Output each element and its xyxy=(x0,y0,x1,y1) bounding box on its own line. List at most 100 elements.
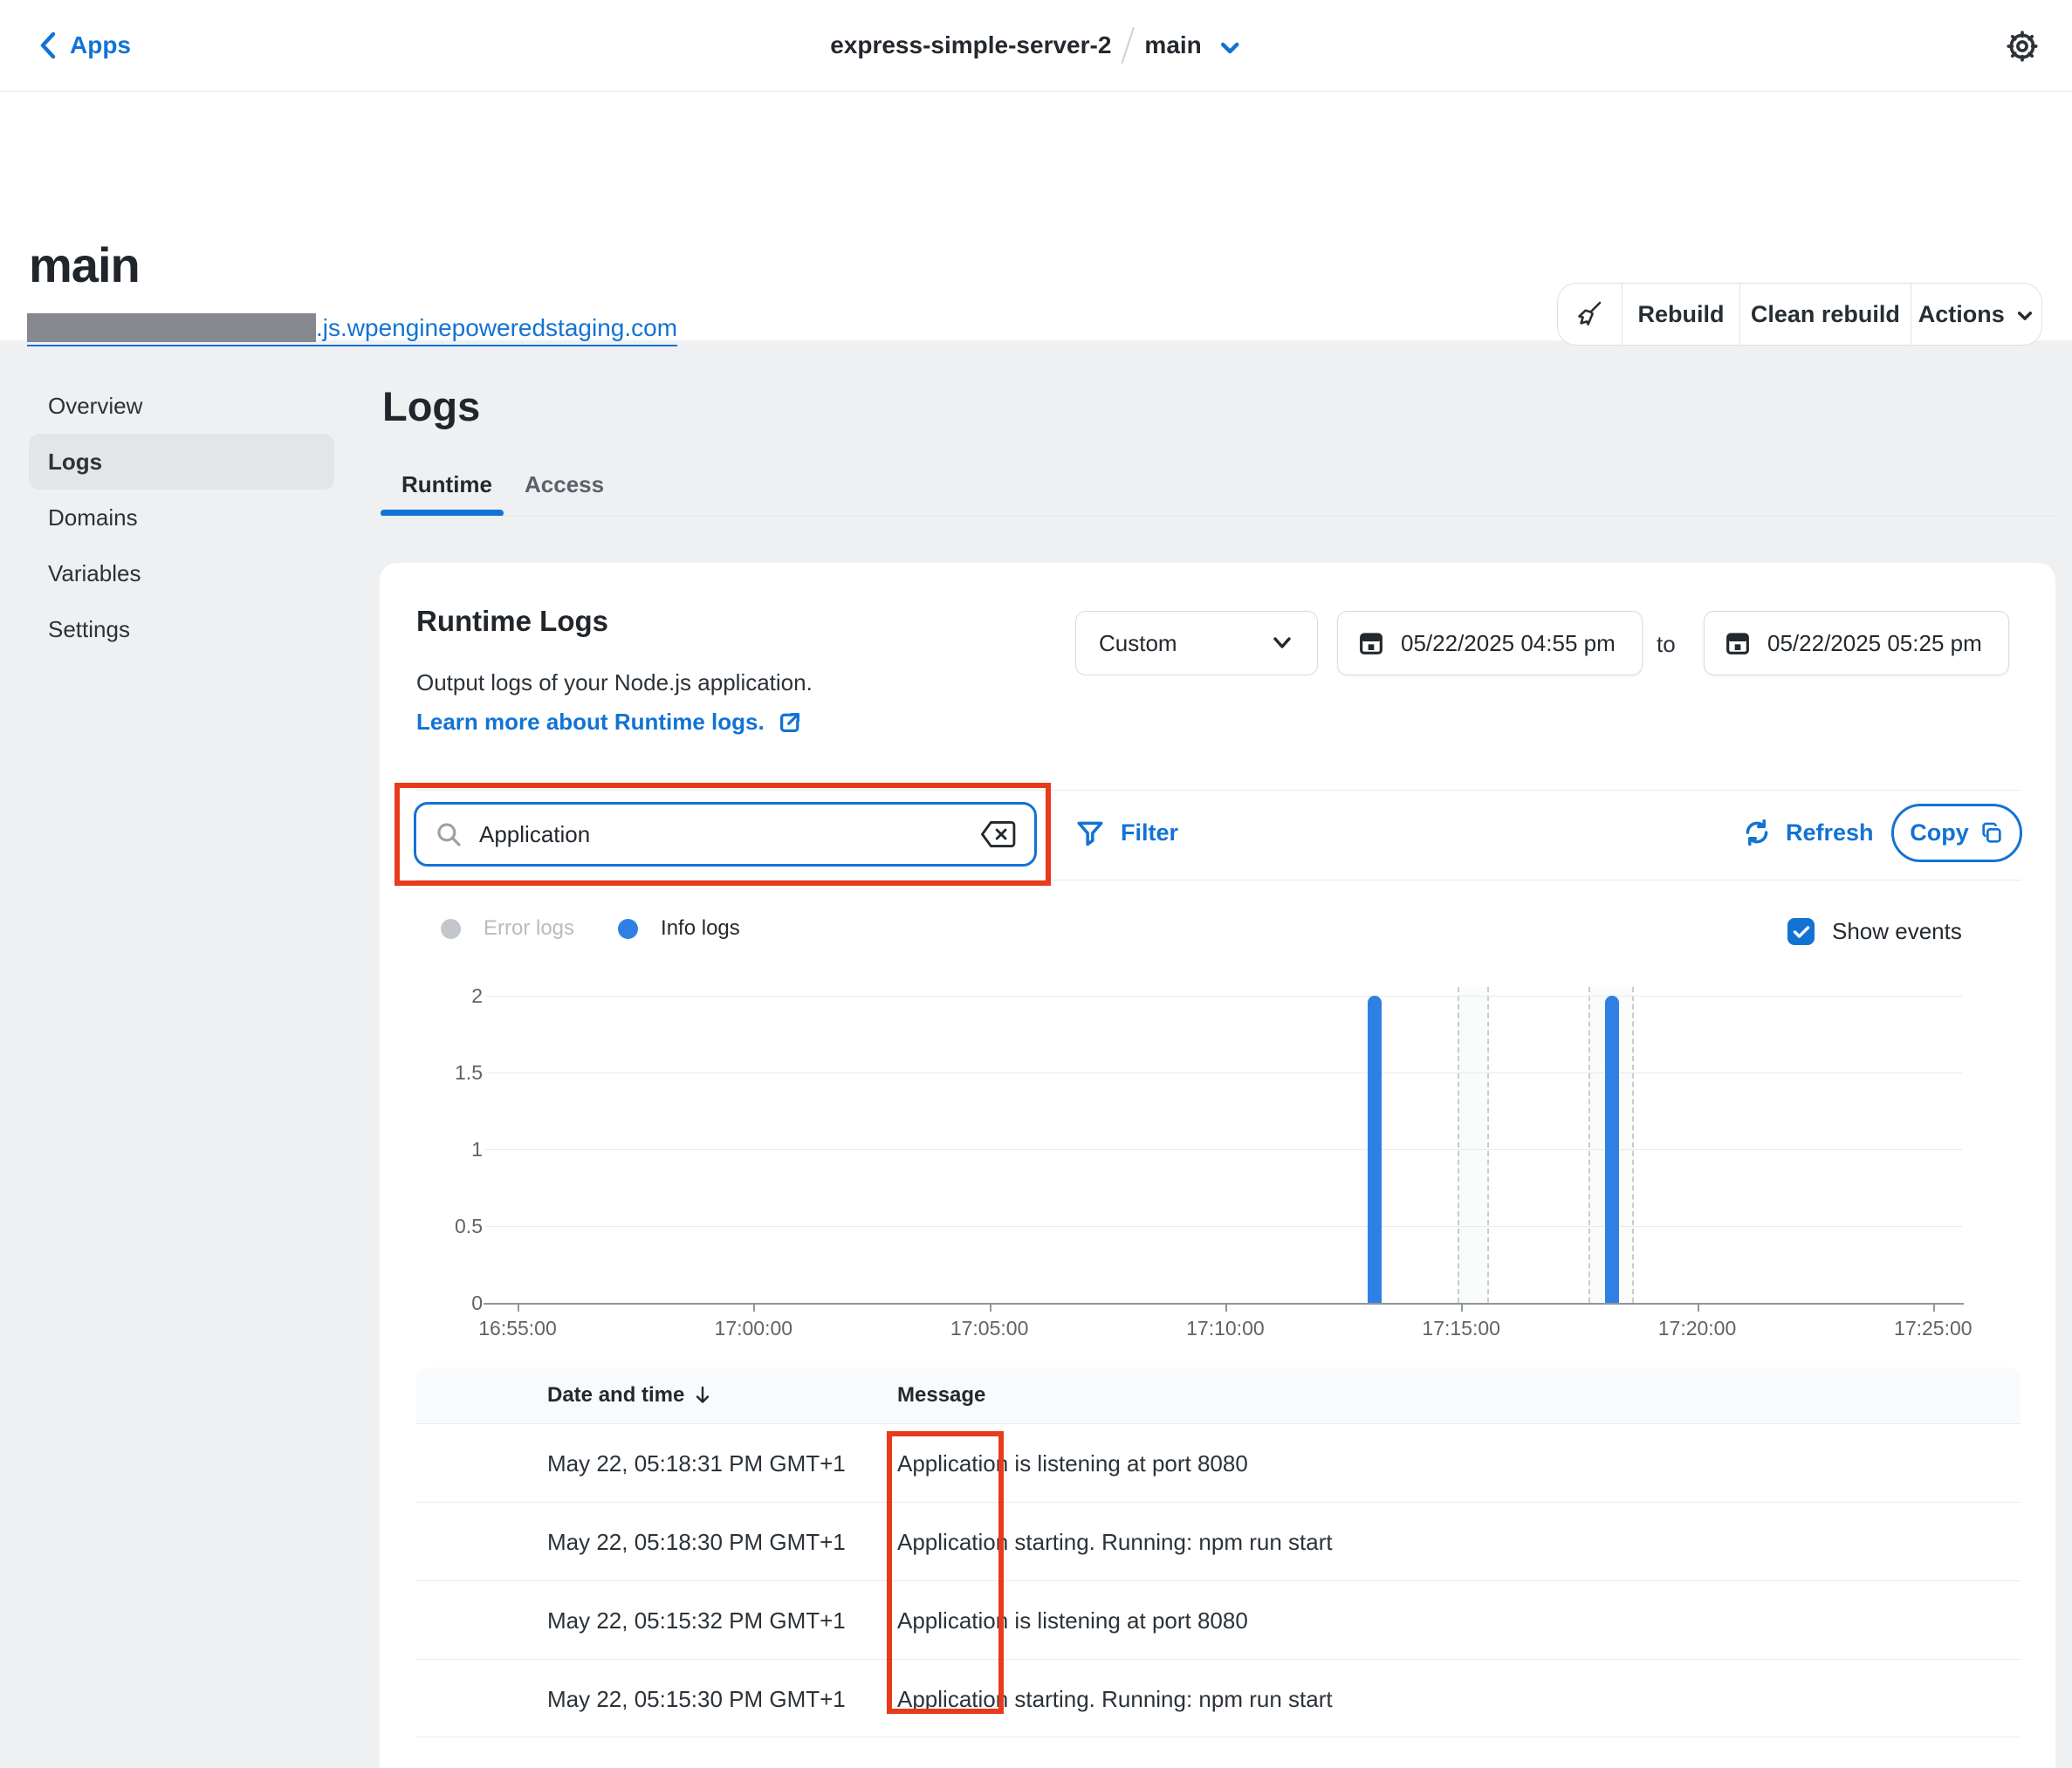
breadcrumb-separator xyxy=(1122,27,1135,64)
chart-bar xyxy=(1368,996,1382,1303)
chevron-left-icon xyxy=(38,31,58,60)
column-header-message[interactable]: Message xyxy=(897,1367,985,1423)
refresh-label: Refresh xyxy=(1786,819,1874,846)
sort-descending-icon xyxy=(693,1385,712,1406)
chart-gridline xyxy=(485,1149,1962,1150)
log-datetime: May 22, 05:18:31 PM GMT+1 xyxy=(547,1424,846,1503)
breadcrumb: express-simple-server-2 main xyxy=(830,0,1242,91)
date-to-value: 05/22/2025 05:25 pm xyxy=(1767,630,1982,657)
column-header-message-label: Message xyxy=(897,1383,985,1408)
panel-title: Runtime Logs xyxy=(416,605,608,638)
copy-icon xyxy=(1979,821,2004,846)
show-events-checkbox[interactable] xyxy=(1787,918,1815,945)
panel-description: Output logs of your Node.js application. xyxy=(416,669,813,696)
environment-header-section: main .js.wpenginepoweredstaging.com Rebu… xyxy=(0,92,2072,340)
calendar-icon xyxy=(1724,629,1752,657)
sidebar-item-label: Settings xyxy=(48,616,130,643)
chart-bar xyxy=(1605,996,1619,1303)
info-logs-dot xyxy=(618,919,638,939)
sidebar-item-label: Variables xyxy=(48,560,141,587)
date-to-picker[interactable]: 05/22/2025 05:25 pm xyxy=(1704,611,2009,675)
filter-label: Filter xyxy=(1121,819,1178,846)
refresh-icon xyxy=(1742,818,1772,847)
y-axis-tick-label: 1.5 xyxy=(380,1061,483,1085)
chart-x-tick-mark xyxy=(990,1304,991,1312)
log-datetime: May 22, 05:18:30 PM GMT+1 xyxy=(547,1503,846,1581)
filter-button[interactable]: Filter xyxy=(1075,818,1178,847)
settings-gear-icon[interactable] xyxy=(2004,28,2041,65)
chart-x-axis-line xyxy=(484,1303,1964,1305)
table-row[interactable]: May 22, 05:18:30 PM GMT+1 Application st… xyxy=(416,1502,2021,1580)
x-axis-tick-label: 17:20:00 xyxy=(1658,1317,1737,1340)
sidebar-item-logs[interactable]: Logs xyxy=(29,434,334,490)
copy-button[interactable]: Copy xyxy=(1891,804,2022,862)
rebuild-label: Rebuild xyxy=(1637,301,1724,328)
page-title: Logs xyxy=(382,382,480,430)
y-axis-tick-label: 0 xyxy=(380,1292,483,1315)
table-row[interactable]: May 22, 05:18:31 PM GMT+1 Application is… xyxy=(416,1423,2021,1502)
actions-dropdown-button[interactable]: Actions xyxy=(1911,284,2041,345)
table-row[interactable]: May 22, 05:15:30 PM GMT+1 Application st… xyxy=(416,1659,2021,1737)
info-logs-label: Info logs xyxy=(661,916,740,941)
log-datetime: May 22, 05:15:30 PM GMT+1 xyxy=(547,1660,846,1738)
broom-icon xyxy=(1574,298,1605,330)
x-axis-tick-label: 17:05:00 xyxy=(950,1317,1029,1340)
date-from-picker[interactable]: 05/22/2025 04:55 pm xyxy=(1337,611,1643,675)
x-axis-tick-label: 17:10:00 xyxy=(1186,1317,1265,1340)
column-header-date[interactable]: Date and time xyxy=(547,1367,712,1423)
annotation-box-application-column xyxy=(887,1431,1004,1714)
chart-x-tick-mark xyxy=(753,1304,755,1312)
deploy-broom-button[interactable] xyxy=(1558,284,1622,345)
chart-x-tick-mark xyxy=(518,1304,519,1312)
x-axis-tick-label: 16:55:00 xyxy=(478,1317,557,1340)
tabs-divider xyxy=(381,516,2055,517)
annotation-box-search xyxy=(395,783,1051,886)
x-axis-tick-label: 17:15:00 xyxy=(1422,1317,1500,1340)
date-from-value: 05/22/2025 04:55 pm xyxy=(1401,630,1616,657)
learn-more-label: Learn more about Runtime logs. xyxy=(416,709,765,736)
check-icon xyxy=(1793,925,1810,939)
runtime-logs-chart: 00.511.5216:55:0017:00:0017:05:0017:10:0… xyxy=(380,976,2055,1351)
rebuild-button[interactable]: Rebuild xyxy=(1623,284,1740,345)
environment-actions-button-group: Rebuild Clean rebuild Actions xyxy=(1557,283,2042,346)
x-axis-tick-label: 17:25:00 xyxy=(1894,1317,1973,1340)
refresh-button[interactable]: Refresh xyxy=(1742,818,1874,847)
chart-x-tick-mark xyxy=(1933,1304,1935,1312)
copy-label: Copy xyxy=(1910,819,1969,846)
chart-gridline xyxy=(485,1072,1962,1073)
chevron-down-icon[interactable] xyxy=(1218,39,1242,57)
back-to-apps-link[interactable]: Apps xyxy=(38,0,131,91)
y-axis-tick-label: 2 xyxy=(380,984,483,1008)
y-axis-tick-label: 0.5 xyxy=(380,1215,483,1238)
chevron-down-icon xyxy=(1270,634,1294,652)
time-range-value: Custom xyxy=(1099,630,1177,657)
chart-x-tick-mark xyxy=(1698,1304,1699,1312)
tab-runtime[interactable]: Runtime xyxy=(401,471,492,498)
y-axis-tick-label: 1 xyxy=(380,1138,483,1162)
chart-x-tick-mark xyxy=(1225,1304,1227,1312)
tab-access-label: Access xyxy=(525,471,604,497)
sidebar-item-settings[interactable]: Settings xyxy=(29,601,334,657)
logs-table: Date and time Message May 22, 05:18:31 P… xyxy=(416,1367,2021,1737)
time-range-select[interactable]: Custom xyxy=(1075,611,1318,675)
tab-runtime-label: Runtime xyxy=(401,471,492,497)
environment-url-link[interactable]: .js.wpenginepoweredstaging.com xyxy=(27,313,677,346)
clean-rebuild-button[interactable]: Clean rebuild xyxy=(1740,284,1910,345)
chart-legend: Error logs Info logs xyxy=(441,916,740,941)
tab-access[interactable]: Access xyxy=(525,471,604,498)
chevron-down-icon xyxy=(2015,309,2034,323)
date-range-to-label: to xyxy=(1657,631,1676,658)
actions-label: Actions xyxy=(1918,301,2005,328)
sidebar-item-label: Logs xyxy=(48,449,102,476)
log-datetime: May 22, 05:15:32 PM GMT+1 xyxy=(547,1581,846,1660)
environment-url-text: .js.wpenginepoweredstaging.com xyxy=(316,313,677,342)
sidebar-item-variables[interactable]: Variables xyxy=(29,545,334,601)
table-row[interactable]: May 22, 05:15:32 PM GMT+1 Application is… xyxy=(416,1580,2021,1659)
learn-more-link[interactable]: Learn more about Runtime logs. xyxy=(416,709,803,736)
external-link-icon xyxy=(777,709,803,736)
sidebar-item-domains[interactable]: Domains xyxy=(29,490,334,545)
show-events-toggle[interactable]: Show events xyxy=(1787,918,1962,945)
sidebar-item-overview[interactable]: Overview xyxy=(29,378,334,434)
back-to-apps-label: Apps xyxy=(70,31,131,59)
error-logs-dot xyxy=(441,919,461,939)
